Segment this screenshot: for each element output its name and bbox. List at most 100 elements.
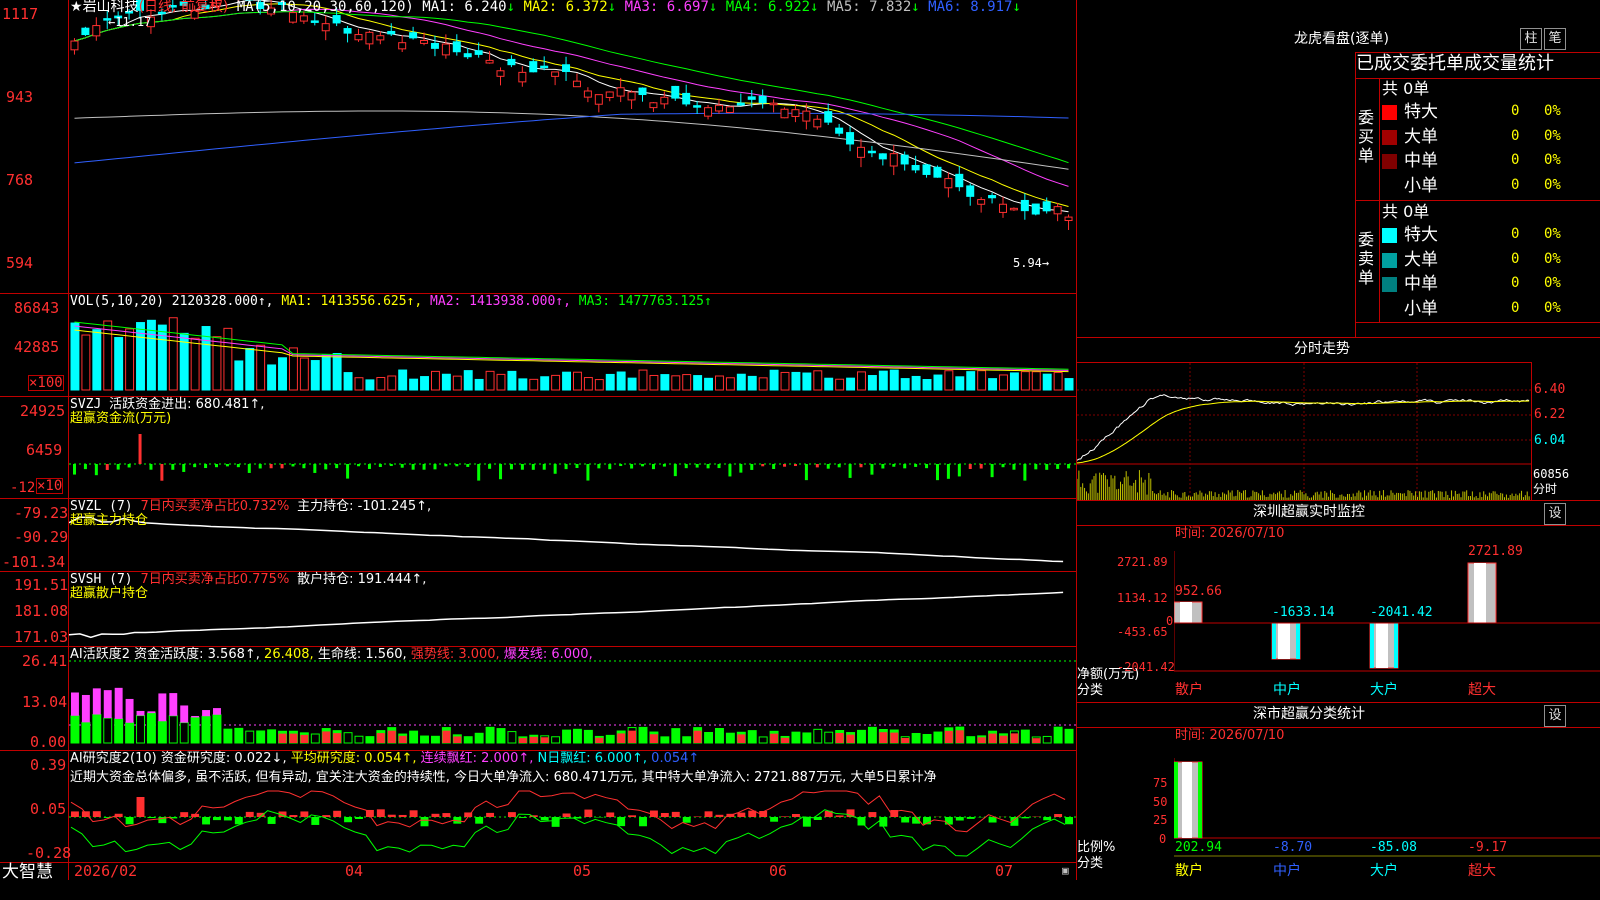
research-bar bbox=[147, 817, 156, 819]
activity-bar-top bbox=[114, 687, 123, 719]
fund-flow-bar bbox=[575, 464, 579, 468]
ma-line bbox=[74, 112, 1069, 164]
star-icon[interactable]: ★ bbox=[70, 0, 83, 15]
category-label: 大户 bbox=[1370, 682, 1398, 698]
date-bar[interactable]: 大智慧 2026/02 04 05 06 07 ▣ bbox=[0, 862, 1077, 881]
candle-body bbox=[474, 50, 483, 55]
volume-chart[interactable] bbox=[69, 294, 1076, 396]
activity-bar bbox=[704, 731, 714, 744]
legend-swatch bbox=[1382, 154, 1397, 169]
research-bar bbox=[791, 813, 800, 817]
date-label: 05 bbox=[573, 862, 592, 880]
lock-icon[interactable]: ▣ bbox=[1062, 863, 1069, 878]
ai-active-chart[interactable] bbox=[69, 647, 1076, 750]
ratio-value-label: -85.08 bbox=[1370, 840, 1417, 855]
volume-bar bbox=[638, 369, 648, 391]
volume-bar bbox=[387, 375, 397, 391]
activity-bar bbox=[573, 728, 582, 744]
fund-flow-bar bbox=[553, 464, 557, 474]
research-bar bbox=[92, 811, 101, 817]
intraday-chart[interactable] bbox=[1077, 363, 1531, 500]
research-bar bbox=[245, 811, 254, 817]
fund-flow-bar bbox=[83, 464, 87, 470]
intraday-panel[interactable]: 分时走势 6.40 6.22 6.04 60856 分时 bbox=[1077, 338, 1600, 500]
activity-bar bbox=[1064, 728, 1074, 744]
candle-body bbox=[988, 195, 997, 199]
order-row: 特大 0 0% bbox=[1379, 224, 1600, 246]
activity-bar bbox=[583, 729, 593, 744]
research-bar bbox=[125, 817, 134, 825]
activity-bar bbox=[660, 736, 670, 744]
research-bar bbox=[300, 811, 309, 817]
fund-flow-bar bbox=[215, 464, 219, 468]
candle-body bbox=[70, 40, 79, 51]
research-bar bbox=[1043, 817, 1052, 821]
fund-flow-bar bbox=[335, 464, 339, 469]
candlestick-chart[interactable] bbox=[69, 0, 1076, 293]
volume-bar bbox=[616, 371, 626, 391]
ratio-value-label: -8.70 bbox=[1273, 840, 1313, 855]
fund-flow-bar bbox=[968, 464, 972, 470]
volume-bar bbox=[70, 322, 80, 391]
legend-swatch bbox=[1382, 277, 1397, 292]
activity-bar bbox=[1042, 735, 1052, 744]
bar-mode-button[interactable]: 柱 bbox=[1520, 28, 1542, 50]
activity-bar-red bbox=[737, 734, 746, 743]
bar-highlight bbox=[1474, 563, 1486, 623]
fund-flow-bar bbox=[258, 464, 262, 469]
order-percent: 0% bbox=[1544, 152, 1561, 168]
order-percent: 0% bbox=[1544, 103, 1561, 119]
fund-flow-bar bbox=[400, 464, 404, 468]
research-bar bbox=[344, 817, 353, 823]
ratio-value-label: 202.94 bbox=[1175, 840, 1222, 855]
sz-monitor-settings-button[interactable]: 设 bbox=[1544, 503, 1566, 525]
order-volume: 0 bbox=[1511, 176, 1520, 193]
fund-flow-bar bbox=[662, 464, 666, 467]
svzj-unit-badge[interactable]: ×10 bbox=[36, 478, 64, 494]
sz-monitor-panel: 深圳超赢实时监控 设 时间: 2026/07/10 2721.89 1134.1… bbox=[1077, 501, 1600, 701]
sz-class-settings-button[interactable]: 设 bbox=[1544, 705, 1566, 727]
volume-bar bbox=[562, 371, 571, 391]
candle-body bbox=[900, 154, 909, 165]
bar-value-label: -2041.42 bbox=[1370, 605, 1433, 620]
svzj-chart[interactable] bbox=[69, 397, 1076, 498]
candle-body bbox=[332, 15, 341, 24]
bar-edge bbox=[1272, 623, 1276, 660]
research-bar bbox=[988, 817, 997, 823]
sz-monitor-time: 时间: 2026/07/10 bbox=[1175, 526, 1285, 541]
volume-bar bbox=[660, 374, 670, 391]
candle-body bbox=[977, 199, 986, 205]
volume-bar bbox=[168, 317, 178, 391]
order-percent: 0% bbox=[1544, 176, 1561, 193]
ai-research-chart[interactable] bbox=[69, 751, 1076, 862]
vol-unit-badge[interactable]: ×100 bbox=[28, 375, 64, 391]
fund-flow-bar bbox=[881, 464, 885, 469]
volume-bar bbox=[420, 376, 429, 391]
research-bar bbox=[1021, 817, 1030, 819]
fund-flow-bar bbox=[94, 464, 98, 476]
sz-monitor-chart[interactable] bbox=[1174, 551, 1600, 701]
activity-bar-red bbox=[387, 730, 396, 743]
fund-flow-bar bbox=[979, 464, 983, 469]
fund-flow-bar bbox=[826, 464, 830, 469]
category-label: 中户 bbox=[1273, 863, 1301, 879]
volume-bar bbox=[977, 370, 987, 391]
activity-bar bbox=[671, 728, 681, 744]
fund-flow-bar bbox=[750, 464, 754, 470]
volume-bar bbox=[496, 373, 506, 391]
volume-bar bbox=[430, 370, 440, 391]
activity-bar-red bbox=[540, 737, 549, 743]
bar-value-label: -1633.14 bbox=[1272, 605, 1335, 620]
research-bar bbox=[1065, 817, 1073, 825]
volume-bar bbox=[955, 376, 965, 391]
candle-body bbox=[452, 41, 461, 53]
fund-flow-bar bbox=[739, 464, 743, 473]
activity-bar-top bbox=[103, 690, 112, 719]
volume-bar bbox=[409, 378, 419, 391]
research-bar bbox=[180, 812, 189, 817]
tick-mode-button[interactable]: 笔 bbox=[1544, 28, 1566, 50]
chart-area[interactable]: 1117 943 768 594 ★岩山科技(日线, 前复权) MA(5,10,… bbox=[0, 0, 1077, 881]
activity-bar bbox=[791, 731, 801, 744]
period-label[interactable]: (日线, 前复权) bbox=[139, 0, 229, 15]
price-tick: 1117 bbox=[2, 5, 39, 23]
